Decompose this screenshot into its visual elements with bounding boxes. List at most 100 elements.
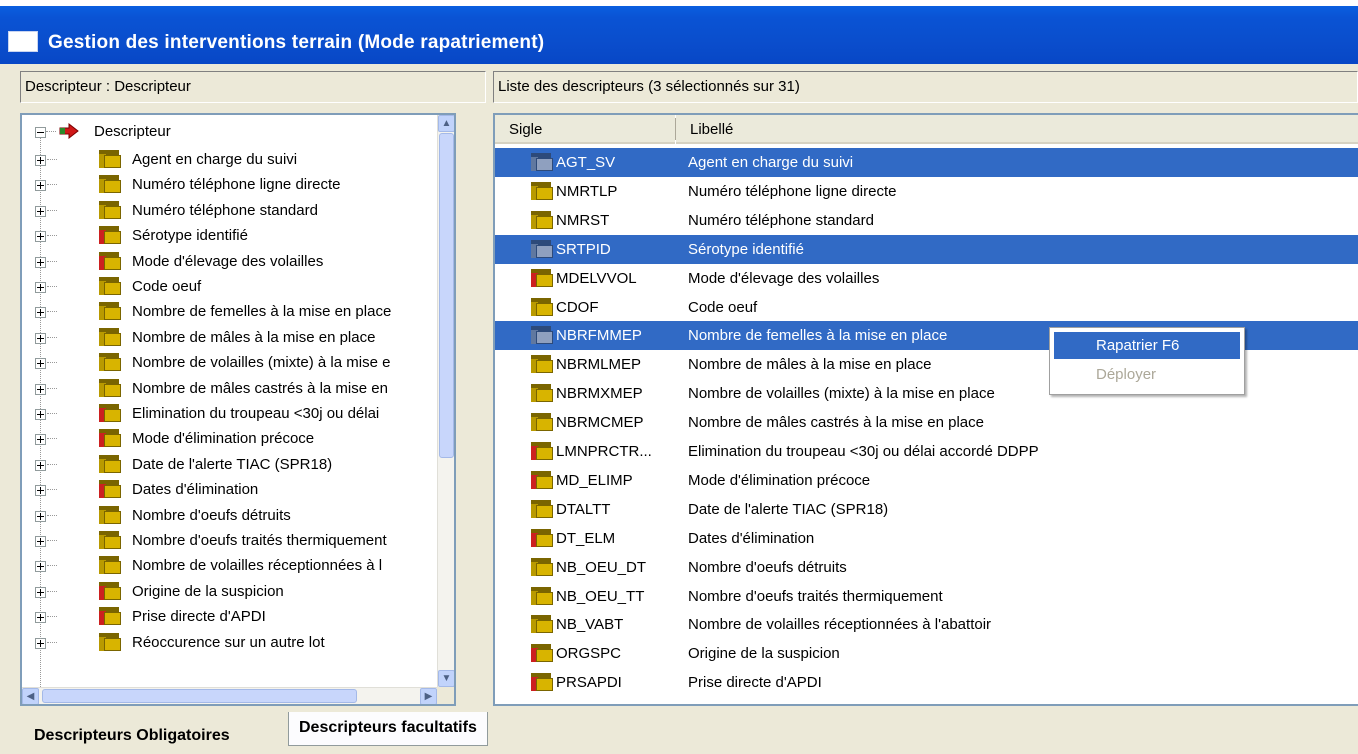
- folder-icon: [531, 615, 553, 634]
- tree-vertical-scrollbar[interactable]: ▲ ▼: [437, 115, 454, 687]
- tree-item[interactable]: Nombre de femelles à la mise en place: [22, 299, 442, 324]
- list-row[interactable]: DT_ELM Dates d'élimination: [495, 524, 1358, 553]
- scroll-up-icon[interactable]: ▲: [438, 115, 454, 132]
- tree-connector: [47, 336, 57, 338]
- list-row[interactable]: NMRTLP Numéro téléphone ligne directe: [495, 177, 1358, 206]
- scroll-thumb-horizontal[interactable]: [42, 689, 357, 703]
- list-row[interactable]: CDOF Code oeuf: [495, 293, 1358, 322]
- tree-item[interactable]: Nombre d'oeufs détruits: [22, 503, 442, 528]
- list-row[interactable]: NBRMCMEP Nombre de mâles castrés à la mis…: [495, 408, 1358, 437]
- cell-libelle: Nombre de volailles réceptionnées à l'ab…: [688, 616, 992, 634]
- cell-libelle: Mode d'élevage des volailles: [688, 269, 880, 287]
- tab-descripteurs-obligatoires[interactable]: Descripteurs Obligatoires: [24, 720, 240, 754]
- tree-root[interactable]: Descripteur: [22, 119, 442, 144]
- tree-item[interactable]: Nombre d'oeufs traités thermiquement: [22, 528, 442, 553]
- tree-connector: [47, 413, 57, 414]
- list-row[interactable]: NB_OEU_DT Nombre d'oeufs détruits: [495, 553, 1358, 582]
- scroll-right-icon[interactable]: ▶: [420, 688, 437, 704]
- folder-red-icon: [99, 226, 121, 245]
- descriptor-list[interactable]: Sigle Libellé AGT_SV Agent en charge du s…: [493, 113, 1358, 706]
- tree-item[interactable]: Elimination du troupeau <30j ou délai: [22, 401, 442, 426]
- list-row[interactable]: SRTPID Sérotype identifié: [495, 234, 1358, 264]
- scroll-thumb[interactable]: [439, 133, 454, 458]
- expand-icon[interactable]: [35, 332, 46, 344]
- tree-item[interactable]: Code oeuf: [22, 274, 442, 299]
- expand-icon[interactable]: [35, 205, 46, 217]
- expand-icon[interactable]: [35, 459, 46, 471]
- expand-icon[interactable]: [35, 510, 46, 522]
- menu-item-deployer[interactable]: Déployer: [1054, 361, 1240, 388]
- tree-item[interactable]: Nombre de mâles castrés à la mise en: [22, 376, 442, 401]
- cell-sigle: SRTPID: [556, 240, 611, 258]
- expand-icon[interactable]: [35, 231, 46, 243]
- tree-item[interactable]: Numéro téléphone ligne directe: [22, 172, 442, 197]
- expand-icon[interactable]: [35, 155, 46, 166]
- tree-item[interactable]: Dates d'élimination: [22, 477, 442, 502]
- expand-icon[interactable]: [35, 485, 46, 497]
- expand-icon[interactable]: [35, 282, 46, 293]
- column-header-libelle[interactable]: Libellé: [676, 115, 1358, 144]
- scroll-left-icon[interactable]: ◀: [22, 688, 39, 704]
- expand-icon[interactable]: [35, 409, 46, 420]
- descriptor-tree[interactable]: Descripteur Agent en charge du suivi Numé…: [20, 113, 456, 706]
- folder-icon: [99, 327, 121, 346]
- folder-icon: [99, 454, 121, 473]
- collapse-icon[interactable]: [35, 127, 46, 138]
- expand-icon[interactable]: [35, 536, 46, 547]
- folder-icon: [99, 150, 121, 168]
- tree-item[interactable]: Réoccurence sur un autre lot: [22, 630, 442, 655]
- tree-item[interactable]: Sérotype identifié: [22, 223, 442, 248]
- cell-sigle: DT_ELM: [556, 529, 616, 547]
- column-header-sigle[interactable]: Sigle: [495, 115, 675, 144]
- expand-icon[interactable]: [35, 434, 46, 446]
- tree-item-label: Réoccurence sur un autre lot: [132, 633, 325, 651]
- expand-icon[interactable]: [35, 358, 46, 370]
- list-row[interactable]: DTALTT Date de l'alerte TIAC (SPR18): [495, 495, 1358, 524]
- expand-icon[interactable]: [35, 307, 46, 319]
- folder-icon: [531, 384, 553, 403]
- tree-item[interactable]: Nombre de volailles réceptionnées à l: [22, 553, 442, 578]
- cell-libelle: Mode d'élimination précoce: [688, 471, 871, 489]
- folder-red-icon: [99, 480, 121, 499]
- folder-icon: [99, 378, 121, 397]
- list-row[interactable]: LMNPRCTR... Elimination du troupeau <30j …: [495, 437, 1358, 466]
- expand-icon[interactable]: [35, 256, 46, 268]
- list-row[interactable]: NMRST Numéro téléphone standard: [495, 206, 1358, 235]
- expand-icon[interactable]: [35, 383, 46, 395]
- tree-item[interactable]: Date de l'alerte TIAC (SPR18): [22, 452, 442, 477]
- tree-item[interactable]: Prise directe d'APDI: [22, 604, 442, 629]
- tree-item[interactable]: Nombre de mâles à la mise en place: [22, 325, 442, 350]
- tree-item[interactable]: Mode d'élimination précoce: [22, 426, 442, 451]
- list-row[interactable]: MDELVVOL Mode d'élevage des volailles: [495, 264, 1358, 293]
- expand-icon[interactable]: [35, 561, 46, 573]
- expand-icon[interactable]: [35, 180, 46, 192]
- list-row[interactable]: NB_VABT Nombre de volailles réceptionnées…: [495, 610, 1358, 639]
- expand-icon[interactable]: [35, 586, 46, 598]
- list-row[interactable]: AGT_SV Agent en charge du suivi: [495, 148, 1358, 177]
- list-row[interactable]: ORGSPC Origine de la suspicion: [495, 639, 1358, 668]
- tree-item[interactable]: Agent en charge du suivi: [22, 147, 442, 172]
- scroll-down-icon[interactable]: ▼: [438, 670, 454, 687]
- list-row[interactable]: NB_OEU_TT Nombre d'oeufs traités thermiqu…: [495, 582, 1358, 611]
- tree-item[interactable]: Numéro téléphone standard: [22, 198, 442, 223]
- cell-sigle: NBRMLMEP: [556, 356, 642, 374]
- tab-descripteurs-facultatifs[interactable]: Descripteurs facultatifs: [288, 712, 488, 746]
- folder-icon: [531, 499, 553, 518]
- menu-item-rapatrier[interactable]: Rapatrier F6: [1054, 332, 1240, 359]
- cell-libelle: Prise directe d'APDI: [688, 674, 822, 692]
- context-menu[interactable]: Rapatrier F6 Déployer: [1049, 327, 1245, 395]
- folder-icon: [531, 528, 553, 547]
- tree-horizontal-scrollbar[interactable]: ◀ ▶: [22, 687, 437, 704]
- tree-item[interactable]: Nombre de volailles (mixte) à la mise e: [22, 350, 442, 375]
- expand-icon[interactable]: [35, 612, 46, 624]
- list-row[interactable]: PRSAPDI Prise directe d'APDI: [495, 668, 1358, 697]
- window-icon: [8, 31, 38, 52]
- title-bar[interactable]: Gestion des interventions terrain (Mode …: [0, 0, 1358, 64]
- folder-icon: [531, 181, 553, 200]
- tree-item[interactable]: Mode d'élevage des volailles: [22, 249, 442, 274]
- tree-item-label: Dates d'élimination: [132, 481, 259, 499]
- tree-item[interactable]: Origine de la suspicion: [22, 579, 442, 604]
- expand-icon[interactable]: [35, 637, 46, 649]
- tree-connector: [47, 209, 57, 211]
- list-row[interactable]: MD_ELIMP Mode d'élimination précoce: [495, 466, 1358, 495]
